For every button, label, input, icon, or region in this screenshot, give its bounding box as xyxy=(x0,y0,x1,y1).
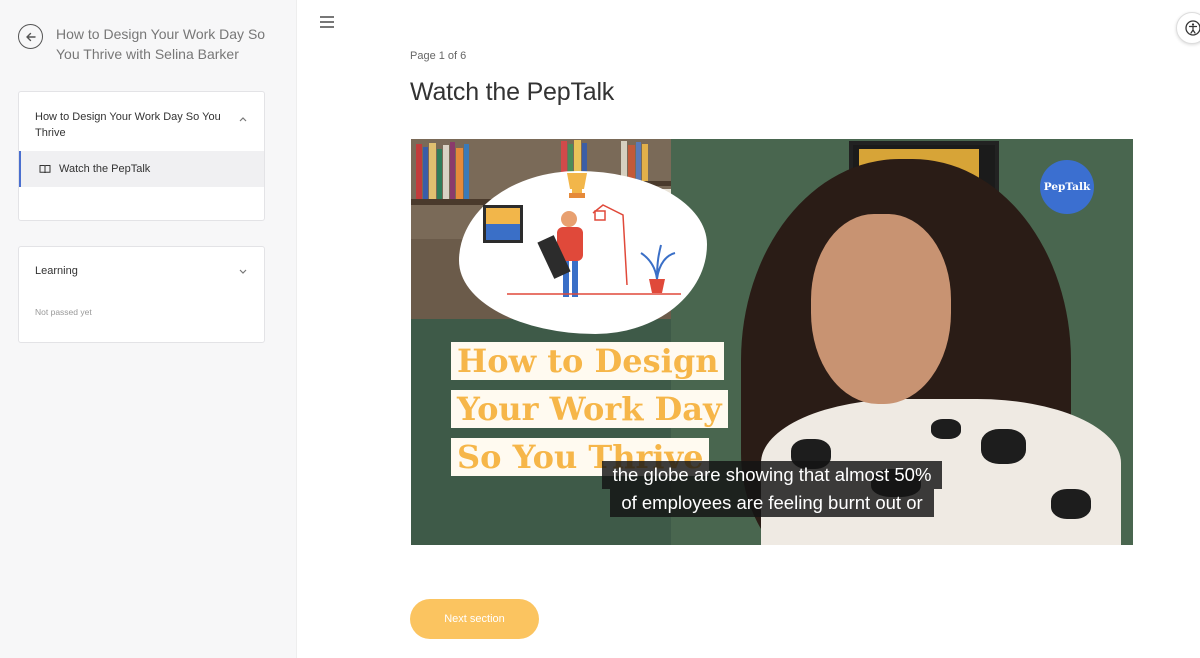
arrow-left-icon xyxy=(25,32,36,41)
page-indicator: Page 1 of 6 xyxy=(410,50,467,62)
video-illustration xyxy=(459,171,707,334)
sidebar-item-watch-peptalk[interactable]: Watch the PepTalk xyxy=(19,151,264,187)
chevron-up-icon[interactable] xyxy=(238,114,248,124)
back-button[interactable] xyxy=(18,24,43,49)
peptalk-logo-badge: PepTalk xyxy=(1040,160,1094,214)
chevron-down-icon[interactable] xyxy=(238,267,248,277)
video-player[interactable]: How to Design Your Work Day So You Thriv… xyxy=(411,139,1133,545)
learning-status: Not passed yet xyxy=(35,307,92,317)
page-title: Watch the PepTalk xyxy=(410,78,615,106)
accessibility-icon[interactable] xyxy=(1176,12,1200,44)
caption-line-1: the globe are showing that almost 50% xyxy=(601,461,943,489)
video-captions: the globe are showing that almost 50% of… xyxy=(586,461,958,517)
module-title[interactable]: How to Design Your Work Day So You Thriv… xyxy=(35,109,235,141)
book-icon xyxy=(39,165,51,174)
learning-card: Learning Not passed yet xyxy=(18,246,265,343)
course-title: How to Design Your Work Day So You Thriv… xyxy=(56,26,266,62)
sidebar-item-label: Watch the PepTalk xyxy=(59,163,151,175)
learning-title[interactable]: Learning xyxy=(35,265,78,277)
caption-line-2: of employees are feeling burnt out or xyxy=(610,489,934,517)
video-title-line-2: Your Work Day xyxy=(451,390,728,428)
module-card: How to Design Your Work Day So You Thriv… xyxy=(18,91,265,221)
video-title-line-1: How to Design xyxy=(451,342,725,380)
menu-icon[interactable] xyxy=(320,16,334,28)
video-presenter-face xyxy=(811,214,951,404)
next-section-button[interactable]: Next section xyxy=(410,599,539,639)
sidebar: How to Design Your Work Day So You Thriv… xyxy=(0,0,297,658)
